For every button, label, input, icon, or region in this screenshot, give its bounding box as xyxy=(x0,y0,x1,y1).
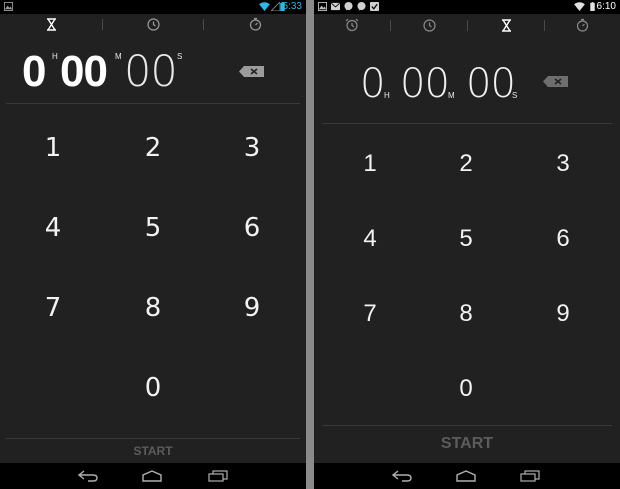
timer-minutes-unit: M xyxy=(448,91,455,100)
back-button[interactable] xyxy=(392,467,412,485)
key-6[interactable]: 6 xyxy=(533,225,593,259)
recents-icon xyxy=(520,470,540,482)
backspace-icon[interactable] xyxy=(239,66,264,77)
timer-display: 0 H 00 M 00 S xyxy=(22,50,192,98)
timer-hours-unit: H xyxy=(52,52,58,61)
timer-seconds: 00 xyxy=(466,61,516,107)
tab-timer[interactable] xyxy=(468,15,544,35)
timer-seconds: 00 xyxy=(124,47,178,97)
key-8[interactable]: 8 xyxy=(123,293,183,329)
photo-icon xyxy=(318,2,327,11)
timer-hours-unit: H xyxy=(384,91,390,100)
hourglass-icon xyxy=(46,17,56,31)
home-button[interactable] xyxy=(456,467,476,485)
key-8[interactable]: 8 xyxy=(436,300,496,334)
wifi-icon xyxy=(574,2,585,11)
battery-icon xyxy=(590,2,595,11)
tab-clock[interactable] xyxy=(391,15,467,35)
key-6[interactable]: 6 xyxy=(222,213,282,249)
recents-button[interactable] xyxy=(208,467,228,485)
status-bar: 5:33 xyxy=(0,0,306,14)
tab-bar xyxy=(0,14,306,34)
key-9[interactable]: 9 xyxy=(533,300,593,334)
chat-icon xyxy=(344,2,353,11)
timer-hours: 0 xyxy=(22,47,47,96)
key-5[interactable]: 5 xyxy=(123,213,183,249)
key-4[interactable]: 4 xyxy=(23,213,83,249)
clock-icon xyxy=(422,18,436,32)
key-4[interactable]: 4 xyxy=(340,225,400,259)
chat-icon xyxy=(357,2,366,11)
key-3[interactable]: 3 xyxy=(222,133,282,169)
key-9[interactable]: 9 xyxy=(222,293,282,329)
recents-button[interactable] xyxy=(520,467,540,485)
timer-minutes-unit: M xyxy=(115,52,122,61)
stopwatch-icon xyxy=(249,17,261,31)
email-icon xyxy=(331,2,340,11)
back-button[interactable] xyxy=(78,467,98,485)
tab-timer[interactable] xyxy=(0,14,102,34)
back-icon xyxy=(392,470,412,482)
key-3[interactable]: 3 xyxy=(533,150,593,184)
status-time: 5:33 xyxy=(282,1,302,12)
divider xyxy=(6,438,300,439)
key-1[interactable]: 1 xyxy=(340,150,400,184)
clock-icon xyxy=(146,17,160,31)
home-button[interactable] xyxy=(142,467,162,485)
start-button[interactable]: START xyxy=(314,435,620,453)
key-7[interactable]: 7 xyxy=(23,293,83,329)
tab-alarm[interactable] xyxy=(314,15,390,35)
back-icon xyxy=(78,470,98,482)
timer-minutes: 00 xyxy=(60,47,108,96)
timer-display: 0 H 00 M 00 S xyxy=(360,64,530,106)
home-icon xyxy=(142,470,162,482)
divider xyxy=(322,425,612,426)
status-time: 6:10 xyxy=(596,1,616,12)
right-screen: 6:10 0 H 00 M 00 S 1 2 3 4 5 6 7 8 9 0 S… xyxy=(314,0,620,489)
tab-bar xyxy=(314,15,620,35)
alarm-icon xyxy=(345,18,359,32)
key-2[interactable]: 2 xyxy=(436,150,496,184)
divider xyxy=(6,103,300,104)
backspace-icon[interactable] xyxy=(543,76,568,87)
key-0[interactable]: 0 xyxy=(123,373,183,409)
left-screen: 5:33 0 H 00 M 00 S 1 2 3 4 5 6 7 8 9 0 S… xyxy=(0,0,306,489)
stopwatch-icon xyxy=(576,18,589,32)
key-1[interactable]: 1 xyxy=(23,133,83,169)
timer-seconds-unit: S xyxy=(177,52,183,61)
check-icon xyxy=(370,2,379,11)
nav-bar xyxy=(0,463,306,489)
home-icon xyxy=(456,470,476,482)
photo-icon xyxy=(4,2,13,11)
tab-stopwatch[interactable] xyxy=(545,15,620,35)
timer-seconds-unit: S xyxy=(512,91,518,100)
recents-icon xyxy=(208,470,228,482)
key-5[interactable]: 5 xyxy=(436,225,496,259)
wifi-icon xyxy=(259,2,270,11)
hourglass-icon xyxy=(501,18,511,32)
tab-stopwatch[interactable] xyxy=(204,14,306,34)
divider xyxy=(322,123,612,124)
start-button[interactable]: START xyxy=(0,444,306,458)
nav-bar xyxy=(314,463,620,489)
tab-clock[interactable] xyxy=(103,14,203,34)
key-2[interactable]: 2 xyxy=(123,133,183,169)
timer-minutes: 00 xyxy=(400,61,450,107)
signal-icon xyxy=(271,2,280,11)
timer-hours: 0 xyxy=(360,61,385,107)
key-7[interactable]: 7 xyxy=(340,300,400,334)
key-0[interactable]: 0 xyxy=(436,375,496,409)
status-bar: 6:10 xyxy=(314,0,620,14)
